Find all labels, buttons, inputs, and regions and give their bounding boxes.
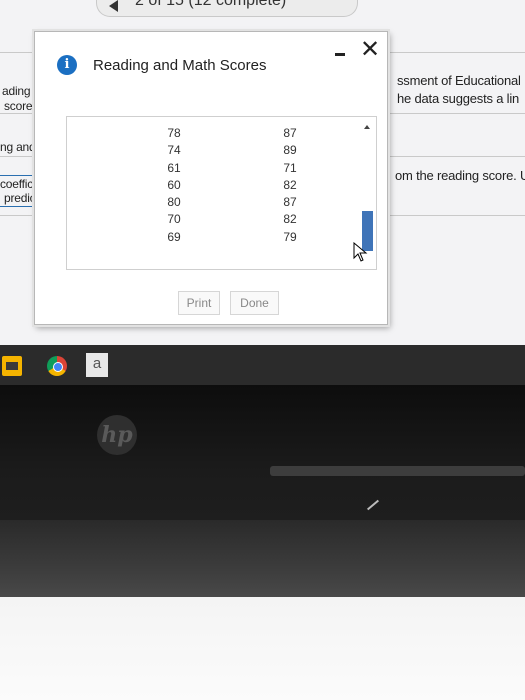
question-progress-tab[interactable]: 2 of 15 (12 complete) — [96, 0, 358, 17]
table-cell: 87 — [283, 126, 297, 140]
close-button[interactable]: ✕ — [358, 38, 382, 62]
scroll-up-arrow-icon[interactable] — [364, 125, 370, 129]
math-score-column: 87 89 71 82 87 82 79 — [260, 125, 320, 246]
table-cell: 71 — [283, 160, 297, 175]
desk-surface — [0, 597, 525, 700]
reading-score-column: 78 74 61 60 80 70 69 — [144, 125, 204, 246]
table-cell: 87 — [283, 195, 297, 210]
data-table: 78 74 61 60 80 70 69 87 89 71 82 87 82 7… — [66, 116, 377, 270]
app-icon[interactable]: a — [86, 353, 108, 377]
table-cell: 82 — [283, 212, 297, 227]
dialog-title: Reading and Math Scores — [93, 57, 267, 74]
table-cell: 61 — [167, 160, 181, 175]
table-cell: 82 — [283, 177, 297, 192]
question-text-fragment: he data suggests a lin — [397, 91, 520, 106]
chrome-browser-icon[interactable] — [47, 356, 67, 376]
taskbar: a — [0, 345, 525, 385]
mouse-pointer-icon — [353, 242, 368, 262]
minimize-button[interactable] — [332, 45, 352, 65]
question-text-fragment: ssment of Educational — [397, 73, 521, 88]
brand-logo-icon: hp — [97, 415, 137, 455]
table-cell: 80 — [167, 195, 181, 210]
progress-text: 2 of 15 (12 complete) — [135, 0, 287, 9]
table-cell: 79 — [283, 229, 297, 244]
info-icon: i — [57, 55, 77, 75]
table-cell: 74 — [167, 143, 181, 158]
files-app-icon[interactable] — [2, 356, 22, 376]
data-table-dialog: i Reading and Math Scores ✕ 78 74 61 60 … — [34, 31, 388, 325]
table-cell: 78 — [167, 126, 181, 140]
laptop-base — [0, 520, 525, 600]
back-arrow-icon[interactable] — [109, 0, 118, 12]
question-text-fragment: om the reading score. U — [395, 168, 525, 183]
table-cell: 70 — [167, 212, 181, 227]
table-cell: 60 — [167, 177, 181, 192]
laptop-hinge-bar — [270, 466, 525, 476]
table-cell: 69 — [167, 229, 181, 244]
print-button[interactable]: Print — [178, 291, 220, 315]
table-cell: 89 — [283, 143, 297, 158]
done-button[interactable]: Done — [230, 291, 279, 315]
